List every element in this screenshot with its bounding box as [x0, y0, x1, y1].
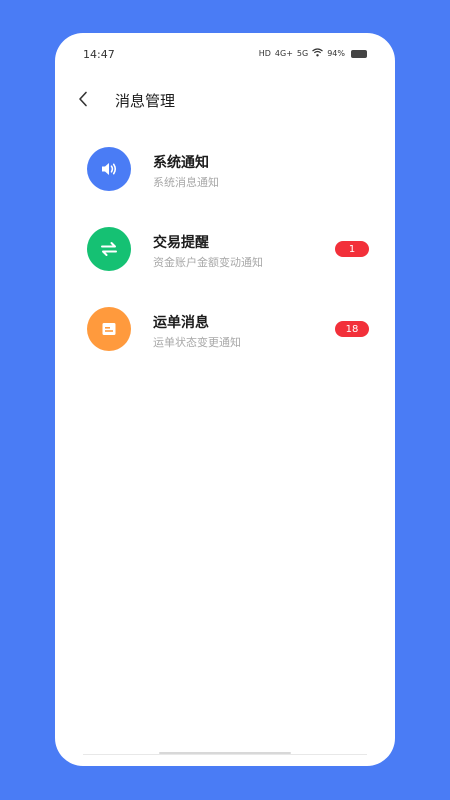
swap-arrows-icon	[87, 227, 131, 271]
battery-percent: 94%	[327, 49, 345, 58]
home-indicator[interactable]	[159, 752, 291, 754]
page-title: 消息管理	[115, 92, 176, 110]
speaker-icon	[87, 147, 131, 191]
list-item-system-notice[interactable]: 系统通知 系统消息通知	[55, 141, 395, 221]
status-time: 14:47	[83, 48, 115, 61]
wifi-icon	[312, 48, 324, 59]
signal-5g-icon: 5G	[296, 49, 309, 58]
chevron-left-icon	[79, 91, 87, 107]
list-item-subtitle: 系统消息通知	[153, 176, 219, 189]
list-item-title: 交易提醒	[153, 235, 209, 251]
battery-icon	[351, 49, 367, 58]
status-bar: 14:47 HD 4G+ 5G 94%	[55, 33, 395, 77]
unread-badge: 1	[335, 241, 369, 257]
status-icons: HD 4G+ 5G 94%	[259, 48, 367, 59]
list-item-transaction-alert[interactable]: 交易提醒 资金账户金额变动通知 1	[55, 221, 395, 301]
list-item-title: 运单消息	[153, 315, 209, 331]
message-list: 系统通知 系统消息通知 交易提醒 资金账户金额变动通知 1 运单消息 运单状态变…	[55, 141, 395, 381]
list-item-subtitle: 运单状态变更通知	[153, 336, 241, 349]
list-item-waybill-message[interactable]: 运单消息 运单状态变更通知 18	[55, 301, 395, 381]
list-item-subtitle: 资金账户金额变动通知	[153, 256, 263, 269]
message-lines-icon	[87, 307, 131, 351]
unread-badge: 18	[335, 321, 369, 337]
back-button[interactable]	[67, 83, 99, 115]
divider	[83, 754, 367, 755]
signal-4g-icon: 4G+	[274, 49, 293, 58]
nav-bar: 消息管理	[55, 77, 395, 121]
list-item-title: 系统通知	[153, 155, 209, 171]
hd-icon: HD	[258, 49, 271, 58]
phone-screen: 14:47 HD 4G+ 5G 94% 消息管理 系统通知 系统消息通知 交易提…	[55, 33, 395, 766]
